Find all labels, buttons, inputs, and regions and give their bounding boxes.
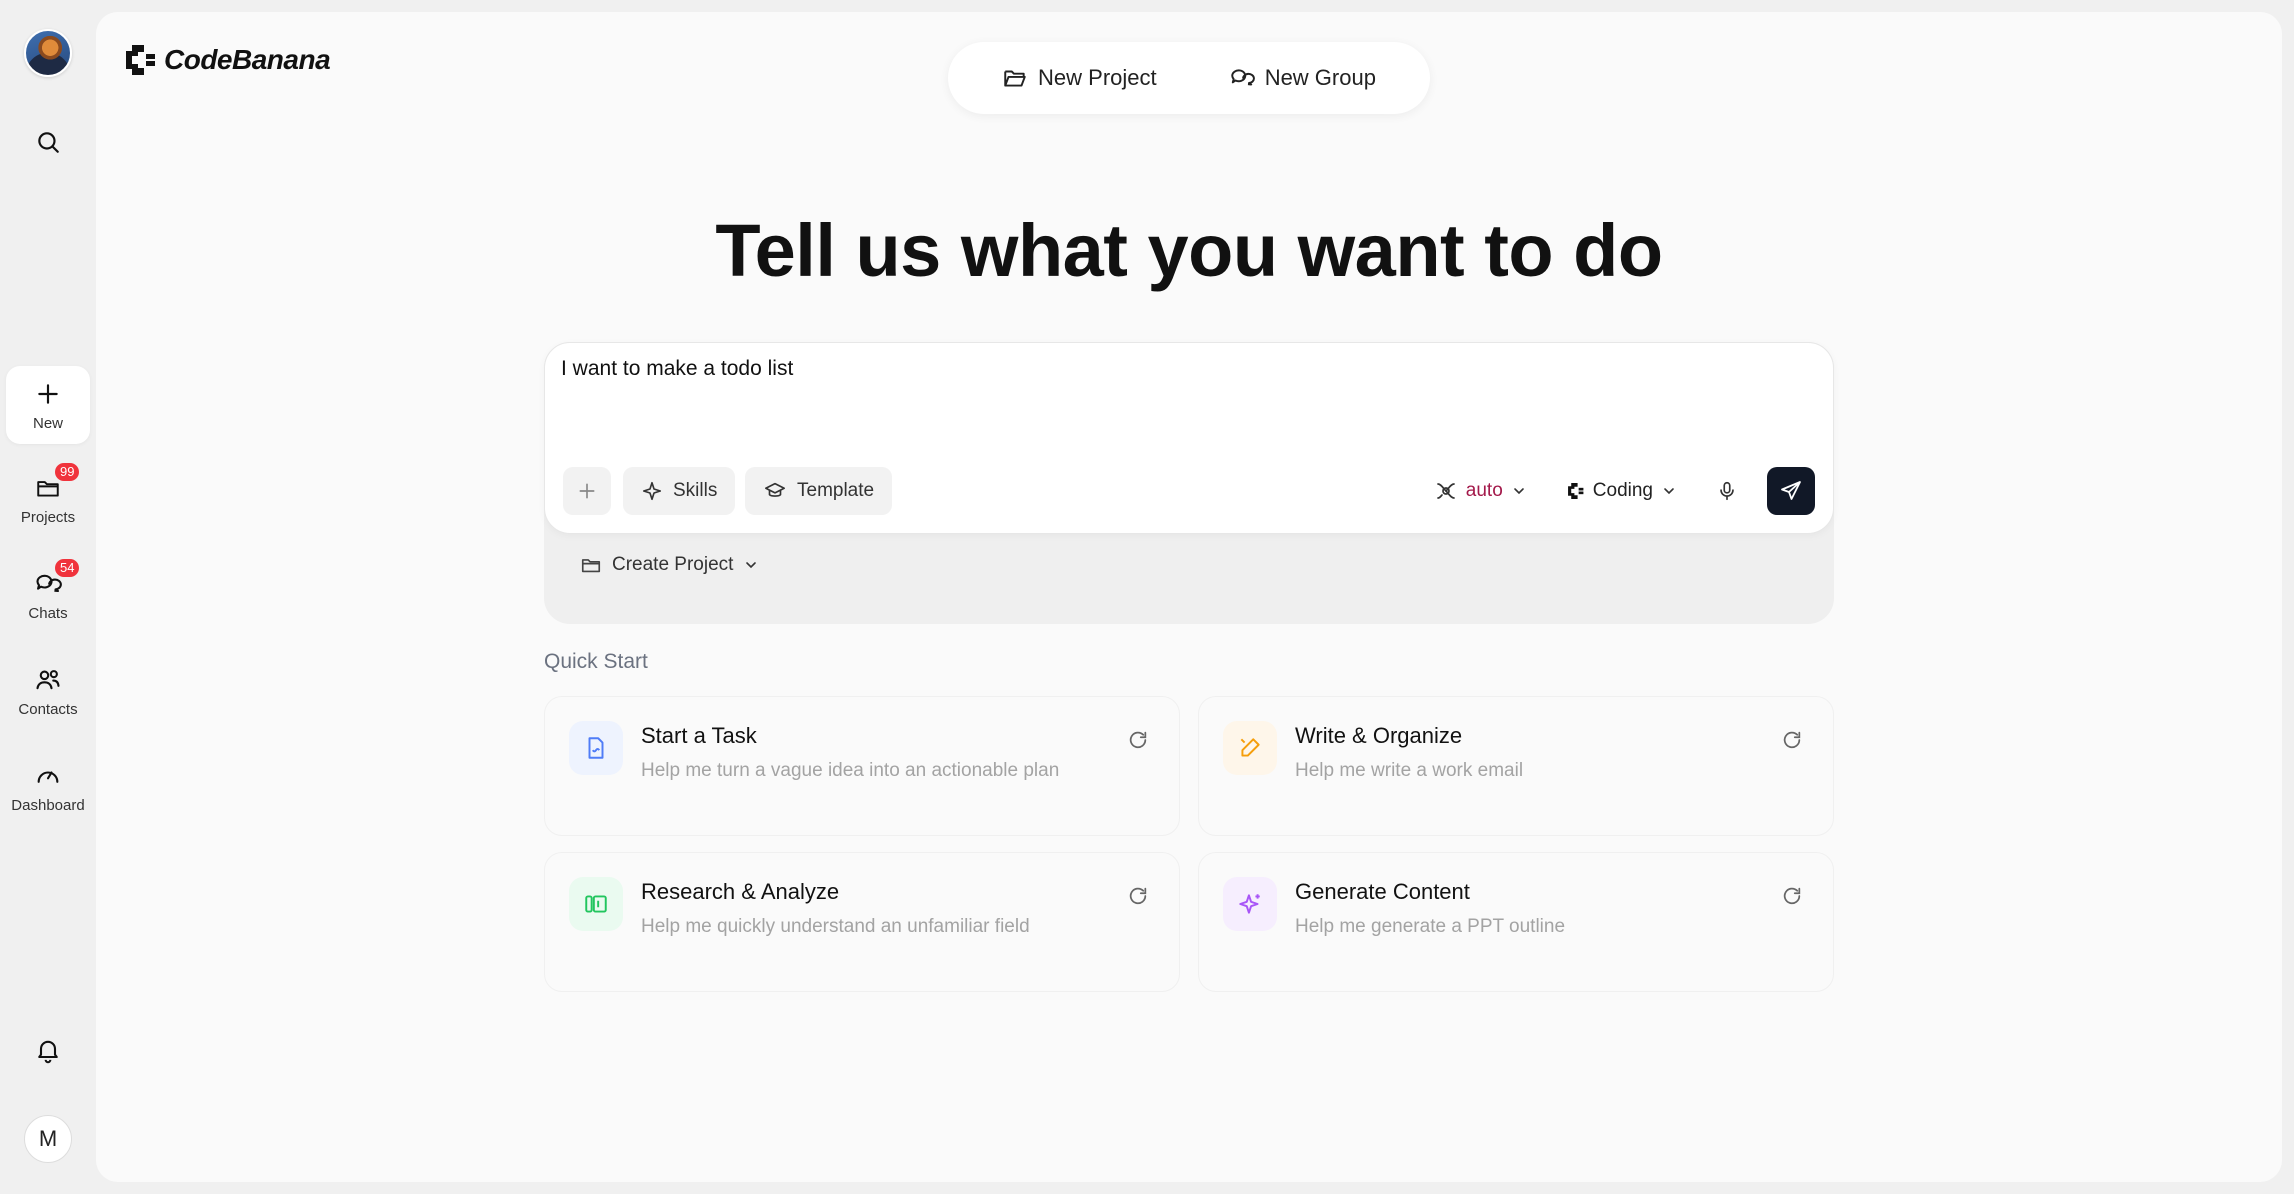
create-project-label: Create Project: [612, 554, 734, 575]
composer-container: I want to make a todo list Skills Templa…: [544, 342, 1834, 624]
quick-start-card-write-organize[interactable]: Write & Organize Help me write a work em…: [1198, 696, 1834, 836]
sidebar-item-label: Projects: [20, 508, 76, 526]
quick-start-card-research-analyze[interactable]: Research & Analyze Help me quickly under…: [544, 852, 1180, 992]
model-select-value: auto: [1465, 480, 1503, 501]
notifications-button[interactable]: [26, 1028, 70, 1072]
refresh-button[interactable]: [1779, 727, 1805, 753]
card-icon-wrap: [1223, 877, 1277, 931]
refresh-icon: [1129, 887, 1147, 905]
card-subtitle: Help me quickly understand an unfamiliar…: [641, 916, 1030, 937]
new-group-label: New Group: [1264, 65, 1376, 90]
auto-model-icon: [1436, 483, 1455, 499]
sidebar-item-label: Contacts: [18, 700, 78, 718]
codebanana-mini-icon: [1567, 483, 1584, 499]
card-title: Research & Analyze: [641, 879, 840, 904]
user-avatar[interactable]: [24, 29, 72, 77]
card-title: Generate Content: [1295, 879, 1470, 904]
graduation-cap-icon: [765, 482, 785, 497]
chat-group-icon: [1230, 69, 1255, 86]
refresh-icon: [1129, 731, 1147, 749]
attach-button[interactable]: [563, 467, 611, 515]
app-name: CodeBanana: [164, 44, 331, 75]
sparkle-icon: [642, 481, 662, 501]
task-doc-icon: [588, 737, 604, 759]
contacts-icon: [36, 669, 60, 689]
template-label: Template: [797, 480, 875, 501]
sidebar-item-label: Dashboard: [11, 796, 85, 814]
plus-icon: [38, 383, 58, 404]
card-icon-wrap: [1223, 721, 1277, 775]
user-menu-button[interactable]: M: [24, 1115, 72, 1163]
template-button[interactable]: Template: [745, 467, 893, 515]
chats-badge: 54: [53, 556, 82, 579]
chevron-down-icon: [1664, 488, 1674, 495]
voice-input-button[interactable]: [1707, 471, 1747, 511]
prompt-input[interactable]: I want to make a todo list: [561, 357, 1811, 437]
sidebar-item-new[interactable]: New: [6, 366, 90, 444]
main-panel: CodeBanana New Project New Group Tell us…: [96, 12, 2282, 1182]
skills-button[interactable]: Skills: [623, 467, 736, 515]
sidebar-item-label: New: [32, 414, 63, 432]
composer: I want to make a todo list Skills Templa…: [544, 342, 1834, 534]
refresh-icon: [1783, 731, 1801, 749]
sidebar-item-label: Chats: [28, 604, 68, 622]
create-project-select[interactable]: Create Project: [580, 554, 759, 576]
new-group-button[interactable]: New Group: [1229, 65, 1376, 91]
bell-icon: [38, 1040, 58, 1064]
search-button[interactable]: [26, 120, 70, 164]
search-icon: [38, 132, 59, 153]
sidebar-item-projects[interactable]: 99 Projects: [6, 460, 90, 538]
refresh-button[interactable]: [1125, 727, 1151, 753]
card-subtitle: Help me write a work email: [1295, 760, 1524, 781]
top-switch: New Project New Group: [948, 42, 1430, 114]
refresh-icon: [1783, 887, 1801, 905]
composer-right-tools: auto Coding: [1424, 467, 1815, 515]
columns-icon: [585, 895, 607, 913]
plus-icon: [579, 483, 595, 499]
card-subtitle: Help me turn a vague idea into an action…: [641, 760, 1060, 781]
quick-start-title: Quick Start: [544, 650, 648, 673]
skills-label: Skills: [673, 480, 718, 501]
model-select[interactable]: auto: [1424, 479, 1537, 503]
pen-edit-icon: [1240, 738, 1260, 757]
new-project-button[interactable]: New Project: [1002, 65, 1157, 91]
app-logo[interactable]: CodeBanana: [124, 42, 331, 78]
codebanana-logo-icon: [126, 45, 155, 75]
sidebar-item-chats[interactable]: 54 Chats: [6, 556, 90, 634]
sparkle-icon: [1239, 894, 1260, 914]
card-title: Start a Task: [641, 723, 757, 748]
folder-icon: [581, 559, 601, 573]
mode-select[interactable]: Coding: [1557, 480, 1687, 502]
mode-select-value: Coding: [1592, 480, 1653, 501]
app-root: New 99 Projects 54 Chats Contacts Dashbo…: [0, 0, 2294, 1194]
user-initial: M: [38, 1126, 58, 1151]
sidebar-item-dashboard[interactable]: Dashboard: [6, 748, 90, 826]
page-title: Tell us what you want to do: [715, 209, 1663, 292]
send-icon: [1781, 481, 1801, 500]
sidebar: New 99 Projects 54 Chats Contacts Dashbo…: [0, 0, 96, 1194]
quick-start-card-start-task[interactable]: Start a Task Help me turn a vague idea i…: [544, 696, 1180, 836]
chevron-down-icon: [746, 562, 757, 569]
card-title: Write & Organize: [1295, 723, 1463, 748]
refresh-button[interactable]: [1779, 883, 1805, 909]
gauge-icon: [37, 770, 59, 783]
projects-badge: 99: [53, 460, 82, 483]
chevron-down-icon: [1513, 488, 1524, 495]
quick-start-card-generate-content[interactable]: Generate Content Help me generate a PPT …: [1198, 852, 1834, 992]
microphone-icon: [1720, 481, 1734, 501]
refresh-button[interactable]: [1125, 883, 1151, 909]
sidebar-item-contacts[interactable]: Contacts: [6, 652, 90, 730]
folder-open-icon: [1004, 70, 1026, 87]
send-button[interactable]: [1767, 467, 1815, 515]
card-subtitle: Help me generate a PPT outline: [1295, 916, 1566, 937]
new-project-label: New Project: [1038, 65, 1157, 90]
card-icon-wrap: [569, 721, 623, 775]
card-icon-wrap: [569, 877, 623, 931]
